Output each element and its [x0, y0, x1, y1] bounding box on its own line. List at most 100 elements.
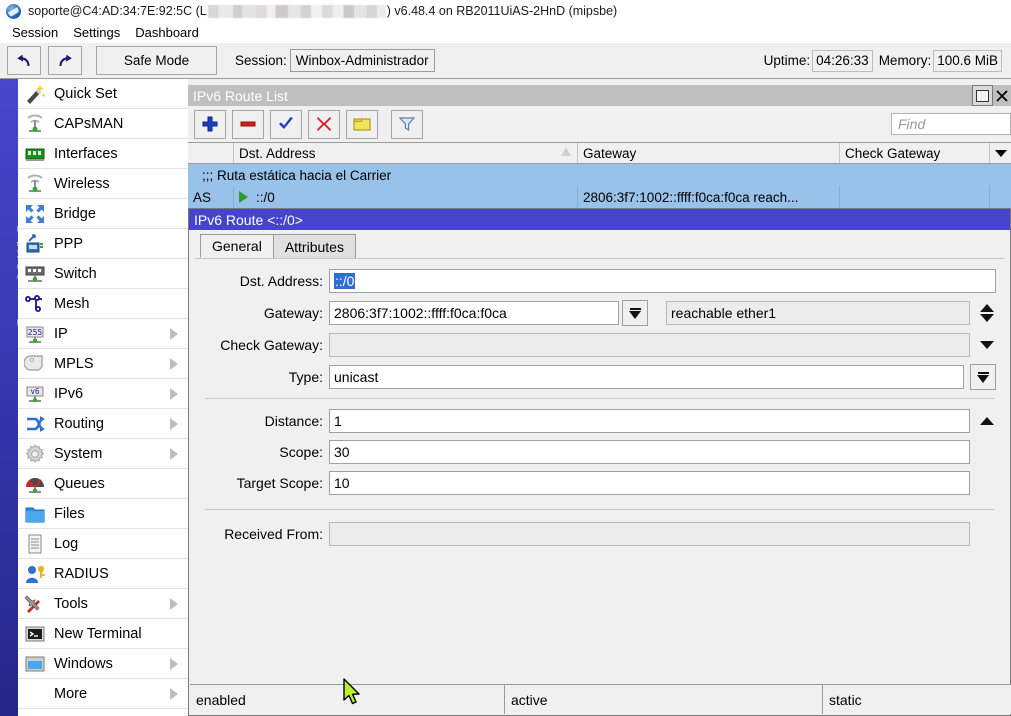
dialog-form: Dst. Address: ::/0 Gateway: 2806:3f7:100…	[189, 259, 1010, 546]
sidebar-item-windows[interactable]: Windows	[18, 649, 188, 679]
sidebar-item-new-terminal[interactable]: New Terminal	[18, 619, 188, 649]
terminal-icon	[24, 623, 46, 645]
redo-button[interactable]	[48, 46, 82, 75]
sidebar-item-ipv6[interactable]: v6 IPv6	[18, 379, 188, 409]
chevron-down-icon	[977, 372, 989, 383]
distance-stepper[interactable]	[978, 417, 996, 425]
window-titlebar: soporte@C4:AD:34:7E:92:5C (L ) v6.48.4 o…	[0, 0, 1011, 22]
column-header-dst-address[interactable]: Dst. Address	[234, 143, 578, 163]
redacted-identity	[208, 5, 386, 18]
bridge-arrows-icon	[24, 203, 46, 225]
filter-button[interactable]	[391, 110, 423, 139]
table-row-comment[interactable]: ;;; Ruta estática hacia el Carrier	[188, 164, 1011, 186]
sidebar-item-ppp[interactable]: PPP	[18, 229, 188, 259]
memory-value: 100.6 MiB	[933, 50, 1002, 72]
check-gateway-dropdown-button[interactable]	[978, 341, 996, 349]
sidebar-item-system[interactable]: System	[18, 439, 188, 469]
winbox-logo-icon	[6, 4, 21, 19]
cell-spacer	[990, 186, 1011, 208]
sidebar-item-routing[interactable]: Routing	[18, 409, 188, 439]
add-button[interactable]	[194, 110, 226, 139]
chevron-up-icon	[980, 304, 994, 312]
undo-button[interactable]	[7, 46, 41, 75]
tab-general[interactable]: General	[200, 234, 274, 258]
route-active-arrow-icon	[239, 191, 248, 203]
sidebar-item-queues[interactable]: Queues	[18, 469, 188, 499]
sidebar-label: RADIUS	[54, 566, 109, 582]
sidebar-label: New Terminal	[54, 626, 142, 642]
menu-session[interactable]: Session	[6, 24, 67, 41]
menu-settings[interactable]: Settings	[67, 24, 129, 41]
sidebar-label: Wireless	[54, 176, 110, 192]
sidebar-label: CAPsMAN	[54, 116, 123, 132]
network-card-icon	[24, 143, 46, 165]
sidebar-item-mesh[interactable]: Mesh	[18, 289, 188, 319]
chevron-right-icon	[170, 388, 178, 400]
check-gateway-input[interactable]	[329, 333, 970, 357]
column-header-flags[interactable]	[188, 143, 234, 163]
gateway-dropdown-button[interactable]	[622, 300, 648, 326]
sidebar-item-mpls[interactable]: MPLS	[18, 349, 188, 379]
sidebar-item-wireless[interactable]: Wireless	[18, 169, 188, 199]
type-input[interactable]: unicast	[329, 365, 964, 389]
dst-address-value: ::/0	[334, 273, 355, 289]
tab-attributes[interactable]: Attributes	[273, 234, 356, 258]
restore-window-icon[interactable]	[972, 85, 993, 106]
menu-dashboard[interactable]: Dashboard	[129, 24, 208, 41]
column-header-gateway[interactable]: Gateway	[578, 143, 840, 163]
column-chooser-button[interactable]	[990, 143, 1011, 163]
sidebar-item-log[interactable]: Log	[18, 529, 188, 559]
sidebar-item-files[interactable]: Files	[18, 499, 188, 529]
remove-button[interactable]	[232, 110, 264, 139]
sidebar-item-capsman[interactable]: CAPsMAN	[18, 109, 188, 139]
safe-mode-button[interactable]: Safe Mode	[96, 46, 217, 75]
field-check-gateway: Check Gateway:	[203, 333, 996, 357]
enable-button[interactable]	[270, 110, 302, 139]
sidebar-item-switch[interactable]: Switch	[18, 259, 188, 289]
ip-255-icon: 255	[24, 323, 46, 345]
svg-text:255: 255	[28, 328, 43, 337]
sidebar-item-radius[interactable]: RADIUS	[18, 559, 188, 589]
session-label: Session:	[235, 53, 287, 68]
status-enabled: enabled	[190, 685, 505, 714]
sidebar-item-more[interactable]: More	[18, 679, 188, 709]
sidebar-item-tools[interactable]: Tools	[18, 589, 188, 619]
close-icon[interactable]	[994, 86, 1010, 105]
dialog-status-bar: enabled active static	[190, 684, 1011, 714]
ppp-icon	[24, 233, 46, 255]
dst-address-input[interactable]: ::/0	[329, 269, 996, 293]
received-from-input	[329, 522, 970, 546]
session-value[interactable]: Winbox-Administrador	[290, 49, 435, 72]
type-dropdown-button[interactable]	[970, 364, 996, 390]
find-input[interactable]: Find	[891, 113, 1011, 135]
gear-icon	[24, 443, 46, 465]
ipv6-route-dialog: IPv6 Route <::/0> General Attributes Dst…	[188, 208, 1011, 716]
tools-icon	[24, 593, 46, 615]
target-scope-label: Target Scope:	[203, 475, 329, 491]
distance-input[interactable]: 1	[329, 409, 970, 433]
plus-icon	[202, 116, 218, 132]
disable-button[interactable]	[308, 110, 340, 139]
gateway-list-stepper[interactable]	[978, 304, 996, 322]
sidebar-label: Routing	[54, 416, 104, 432]
sidebar-label: MPLS	[54, 356, 94, 372]
sidebar-item-ip[interactable]: 255 IP	[18, 319, 188, 349]
sidebar-item-quick-set[interactable]: Quick Set	[18, 79, 188, 109]
target-scope-input[interactable]: 10	[329, 471, 970, 495]
sidebar-label: Windows	[54, 656, 113, 672]
redo-arrow-icon	[56, 53, 74, 69]
cell-dst-address-text: ::/0	[256, 190, 275, 205]
table-row[interactable]: AS ::/0 2806:3f7:1002::ffff:f0ca:f0ca re…	[188, 186, 1011, 208]
form-divider-2	[205, 509, 994, 510]
sidebar-label: Bridge	[54, 206, 96, 222]
scope-input[interactable]: 30	[329, 440, 970, 464]
column-header-check-gateway[interactable]: Check Gateway	[840, 143, 990, 163]
comment-button[interactable]	[346, 110, 378, 139]
mesh-nodes-icon	[24, 293, 46, 315]
field-dst-address: Dst. Address: ::/0	[203, 269, 996, 293]
sidebar-item-interfaces[interactable]: Interfaces	[18, 139, 188, 169]
dst-address-label: Dst. Address:	[203, 273, 329, 289]
sidebar-item-bridge[interactable]: Bridge	[18, 199, 188, 229]
gateway-state-value: reachable ether1	[666, 301, 970, 325]
gateway-input[interactable]: 2806:3f7:1002::ffff:f0ca:f0ca	[329, 301, 619, 325]
